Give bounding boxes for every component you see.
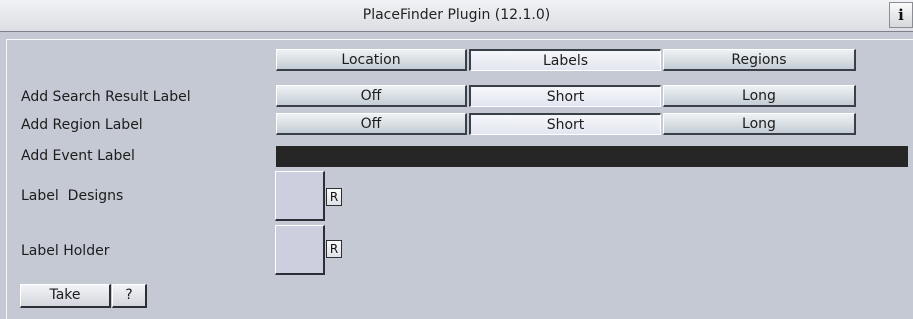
label-holder-text: Label Holder [21, 243, 110, 259]
take-button[interactable]: Take [20, 284, 111, 308]
window-title: PlaceFinder Plugin (12.1.0) [362, 7, 551, 23]
search-result-label-text: Add Search Result Label [21, 89, 191, 105]
region-long-button[interactable]: Long [663, 113, 856, 135]
label-holder-drop-slot[interactable] [275, 225, 325, 275]
help-button[interactable]: ? [112, 284, 147, 308]
region-short-button[interactable]: Short [469, 113, 661, 135]
region-off-button[interactable]: Off [276, 113, 467, 135]
search-result-off-button[interactable]: Off [276, 85, 467, 107]
label-designs-drop-slot[interactable] [275, 171, 325, 221]
label-designs-reset-button[interactable]: R [326, 188, 342, 206]
plugin-panel [6, 39, 913, 319]
label-holder-reset-button[interactable]: R [326, 240, 342, 258]
title-bar: PlaceFinder Plugin (12.1.0) i [0, 0, 913, 32]
tab-labels[interactable]: Labels [469, 49, 661, 71]
tab-location[interactable]: Location [276, 49, 467, 71]
event-label-text: Add Event Label [21, 148, 135, 164]
search-result-short-button[interactable]: Short [469, 85, 661, 107]
event-label-field[interactable] [276, 146, 908, 167]
info-button[interactable]: i [889, 2, 913, 28]
search-result-long-button[interactable]: Long [663, 85, 856, 107]
region-label-text: Add Region Label [21, 117, 143, 133]
tab-regions[interactable]: Regions [663, 49, 856, 71]
label-designs-text: Label Designs [21, 188, 124, 204]
